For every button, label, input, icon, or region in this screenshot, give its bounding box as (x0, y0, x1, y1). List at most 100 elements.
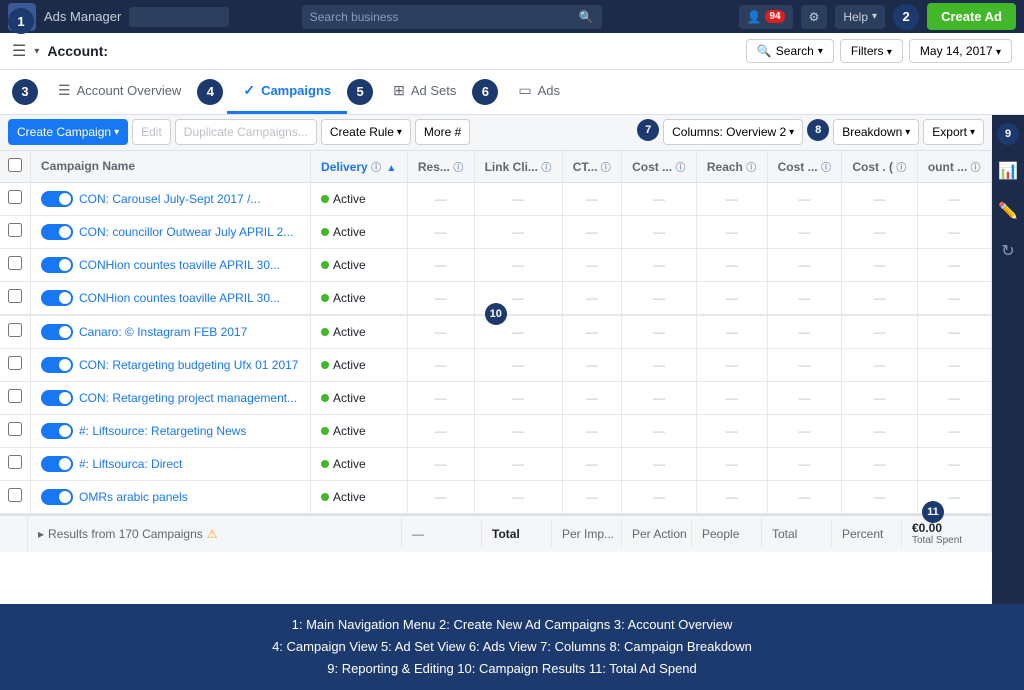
row-checkbox-cell[interactable] (0, 480, 31, 513)
select-all-checkbox[interactable] (8, 158, 22, 172)
tab-account-overview[interactable]: ☰ Account Overview (42, 70, 197, 113)
row-checkbox-cell[interactable] (0, 215, 31, 248)
delivery-header[interactable]: Delivery ⓘ ▲ (311, 151, 408, 183)
row-checkbox-cell[interactable] (0, 414, 31, 447)
row-checkbox[interactable] (8, 356, 22, 370)
campaign-name-text[interactable]: CONHion countes toaville APRIL 30... (79, 258, 280, 272)
expand-icon: ▸ (38, 527, 44, 541)
nav-icon-button-2[interactable]: ⚙ (801, 5, 828, 29)
delivery-cell: Active (311, 215, 408, 248)
row-checkbox[interactable] (8, 223, 22, 237)
create-campaign-button[interactable]: Create Campaign ▾ (8, 119, 128, 145)
campaign-name-text[interactable]: #: Liftsourca: Direct (79, 457, 182, 471)
date-button[interactable]: May 14, 2017 ▾ (909, 39, 1012, 63)
campaign-name-text[interactable]: CONHion countes toaville APRIL 30... (79, 291, 280, 305)
results-header[interactable]: Res... ⓘ (407, 151, 474, 183)
campaign-toggle[interactable] (41, 324, 73, 340)
breakdown-button[interactable]: Breakdown ▾ (833, 119, 919, 145)
info-icon: ⓘ (821, 163, 831, 174)
row-checkbox[interactable] (8, 256, 22, 270)
campaign-toggle[interactable] (41, 191, 73, 207)
campaign-name-text[interactable]: #: Liftsource: Retargeting News (79, 424, 246, 438)
campaign-toggle[interactable] (41, 257, 73, 273)
row-checkbox[interactable] (8, 190, 22, 204)
tab-ads[interactable]: ▭ Ads (502, 70, 576, 113)
row-checkbox-cell[interactable] (0, 348, 31, 381)
row-checkbox[interactable] (8, 455, 22, 469)
link-clicks-cell: — (474, 348, 562, 381)
info-icon: ⓘ (971, 163, 981, 174)
cost-result-cell: — (622, 414, 697, 447)
annotation-7: 7 (637, 119, 659, 141)
row-checkbox[interactable] (8, 422, 22, 436)
row-checkbox-cell[interactable] (0, 182, 31, 215)
reach-cell: — (696, 447, 767, 480)
sidebar-bar-chart-icon[interactable]: 📊 (994, 157, 1022, 185)
cost-paren-cell: — (842, 248, 917, 281)
cost-paren-header[interactable]: Cost . ( ⓘ (842, 151, 917, 183)
cost-result-header[interactable]: Cost ... ⓘ (622, 151, 697, 183)
campaign-name-text[interactable]: CON: Carousel July-Sept 2017 /... (79, 192, 260, 206)
search-input[interactable] (310, 10, 579, 24)
link-clicks-header[interactable]: Link Cli... ⓘ (474, 151, 562, 183)
chevron-down-icon: ▾ (114, 127, 119, 138)
row-checkbox-cell[interactable] (0, 248, 31, 281)
row-checkbox[interactable] (8, 389, 22, 403)
ctr-header[interactable]: CT... ⓘ (562, 151, 621, 183)
account-cell: — (917, 348, 991, 381)
campaign-name-text[interactable]: OMRs arabic panels (79, 490, 188, 504)
results-cell: — (407, 281, 474, 314)
campaign-toggle[interactable] (41, 456, 73, 472)
campaign-toggle[interactable] (41, 224, 73, 240)
delivery-cell: Active (311, 315, 408, 348)
dropdown-arrow-icon[interactable]: ▾ (34, 46, 39, 57)
cost-reach-cell: — (767, 248, 842, 281)
account-header[interactable]: ount ... ⓘ (917, 151, 991, 183)
search-button[interactable]: 🔍 Search ▾ (746, 39, 834, 63)
row-checkbox-cell[interactable] (0, 381, 31, 414)
row-checkbox[interactable] (8, 488, 22, 502)
sidebar-refresh-icon[interactable]: ↻ (997, 237, 1018, 265)
columns-button[interactable]: Columns: Overview 2 ▾ (663, 119, 803, 145)
duplicate-button[interactable]: Duplicate Campaigns... (175, 119, 317, 145)
more-button[interactable]: More # (415, 119, 470, 145)
export-button[interactable]: Export ▾ (923, 119, 984, 145)
results-cell: — (407, 348, 474, 381)
account-cell: — (917, 215, 991, 248)
menu-icon[interactable]: ☰ (12, 41, 26, 61)
cost-result-cell: — (622, 480, 697, 513)
create-ad-button[interactable]: Create Ad (927, 3, 1016, 30)
campaign-toggle[interactable] (41, 423, 73, 439)
results-cell: — (407, 447, 474, 480)
app-title: Ads Manager (44, 9, 121, 24)
campaign-name-text[interactable]: CON: councillor Outwear July APRIL 2... (79, 225, 293, 239)
campaign-toggle[interactable] (41, 290, 73, 306)
row-checkbox[interactable] (8, 289, 22, 303)
campaign-name-text[interactable]: CON: Retargeting project management... (79, 391, 297, 405)
tab-campaigns[interactable]: ✓ Campaigns (227, 70, 347, 113)
campaign-name-text[interactable]: CON: Retargeting budgeting Ufx 01 2017 (79, 358, 298, 372)
notification-badge: 94 (765, 10, 784, 23)
campaign-name-header[interactable]: Campaign Name (31, 151, 311, 183)
campaign-toggle[interactable] (41, 357, 73, 373)
cost-reach-header[interactable]: Cost ... ⓘ (767, 151, 842, 183)
nav-input[interactable] (129, 7, 229, 27)
tab-ad-sets[interactable]: ⊞ Ad Sets (377, 70, 472, 113)
edit-button[interactable]: Edit (132, 119, 171, 145)
help-button[interactable]: Help ▾ (835, 5, 885, 29)
row-checkbox-cell[interactable] (0, 315, 31, 348)
row-checkbox[interactable] (8, 323, 22, 337)
row-checkbox-cell[interactable] (0, 447, 31, 480)
campaign-name-text[interactable]: Canaro: © Instagram FEB 2017 (79, 325, 247, 339)
select-all-header[interactable] (0, 151, 31, 183)
reach-header[interactable]: Reach ⓘ (696, 151, 767, 183)
row-checkbox-cell[interactable] (0, 281, 31, 314)
sidebar-edit-icon[interactable]: ✏️ (994, 197, 1022, 225)
ctr-cell: — (562, 182, 621, 215)
campaign-toggle[interactable] (41, 390, 73, 406)
filters-button[interactable]: Filters ▾ (840, 39, 903, 63)
search-bar[interactable]: 🔍 (302, 5, 602, 29)
campaign-toggle[interactable] (41, 489, 73, 505)
nav-icon-button-1[interactable]: 👤 94 (739, 5, 793, 29)
create-rule-button[interactable]: Create Rule ▾ (321, 119, 411, 145)
